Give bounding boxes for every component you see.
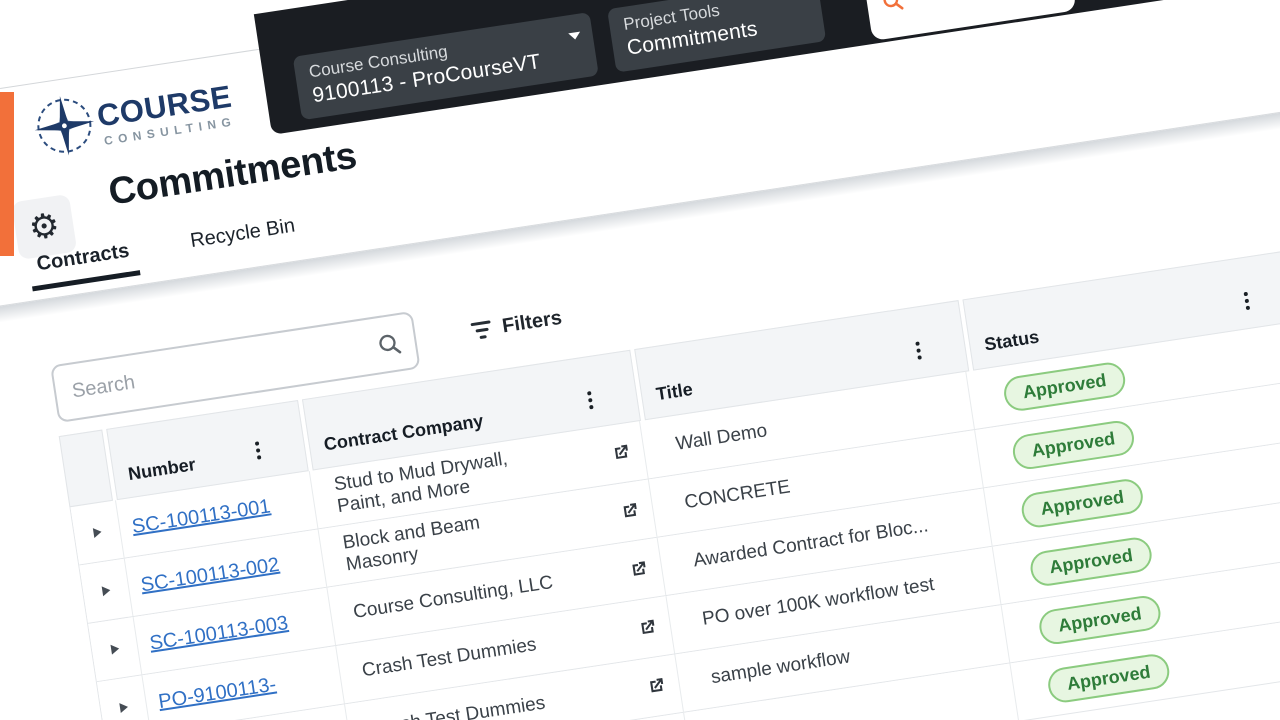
orange-edge-accent	[0, 92, 14, 256]
kebab-menu-icon[interactable]	[254, 441, 262, 460]
filters-button[interactable]: Filters	[470, 306, 563, 342]
contract-company: Crash Test Dummies	[369, 692, 547, 720]
external-link-icon[interactable]	[628, 559, 650, 581]
filters-label: Filters	[500, 306, 564, 337]
external-link-icon[interactable]	[637, 617, 659, 639]
company-logo: COURSE CONSULTING	[28, 69, 238, 163]
filter-icon	[470, 319, 492, 340]
status-badge: Approved	[1001, 359, 1128, 413]
nav-search-button[interactable]	[864, 0, 1077, 41]
logo-text: COURSE CONSULTING	[95, 79, 237, 149]
contract-company: Course Consulting, LLC	[351, 571, 555, 623]
kebab-menu-icon[interactable]	[587, 391, 594, 410]
status-badge: Approved	[1036, 593, 1163, 646]
app-window: Course Consulting 9100113 - ProCourseVT …	[0, 0, 1280, 720]
expand-caret-icon[interactable]	[92, 526, 102, 539]
expand-caret-icon[interactable]	[109, 643, 120, 655]
compass-icon	[34, 96, 95, 156]
contract-company: Crash Test Dummies	[360, 633, 538, 682]
tab-recycle-bin[interactable]: Recycle Bin	[189, 215, 299, 267]
external-link-icon[interactable]	[646, 675, 668, 697]
external-link-icon[interactable]	[619, 500, 641, 522]
page-title: Commitments	[105, 134, 360, 214]
expand-caret-icon[interactable]	[101, 585, 111, 597]
search-icon	[883, 0, 904, 10]
expand-caret-icon[interactable]	[118, 701, 129, 714]
contract-number-link[interactable]: SC-100113-002	[139, 553, 281, 597]
status-badge: Approved	[1010, 418, 1137, 471]
external-link-icon[interactable]	[610, 442, 632, 464]
kebab-menu-icon[interactable]	[915, 341, 922, 360]
contract-title: Wall Demo	[674, 420, 769, 455]
status-badge: Approved	[1045, 651, 1172, 705]
status-badge: Approved	[1028, 534, 1154, 588]
contract-number-link[interactable]: SC-100113-001	[130, 495, 272, 539]
header-expand-column	[58, 429, 113, 508]
project-picker-button[interactable]: Course Consulting 9100113 - ProCourseVT	[292, 12, 599, 121]
contract-title: sample workflow	[709, 646, 852, 689]
status-badge: Approved	[1019, 476, 1146, 530]
contract-title: CONCRETE	[683, 476, 792, 514]
tool-picker-button[interactable]: Project Tools Commitments	[607, 0, 827, 73]
gear-icon: ⚙	[26, 205, 63, 249]
screen: Course Consulting 9100113 - ProCourseVT …	[0, 0, 1280, 720]
kebab-menu-icon[interactable]	[1243, 291, 1251, 311]
contract-number-link[interactable]: PO-9100113-	[157, 673, 278, 713]
top-nav-bar: Course Consulting 9100113 - ProCourseVT …	[253, 0, 1280, 135]
contract-number-link[interactable]: SC-100113-003	[148, 612, 290, 656]
